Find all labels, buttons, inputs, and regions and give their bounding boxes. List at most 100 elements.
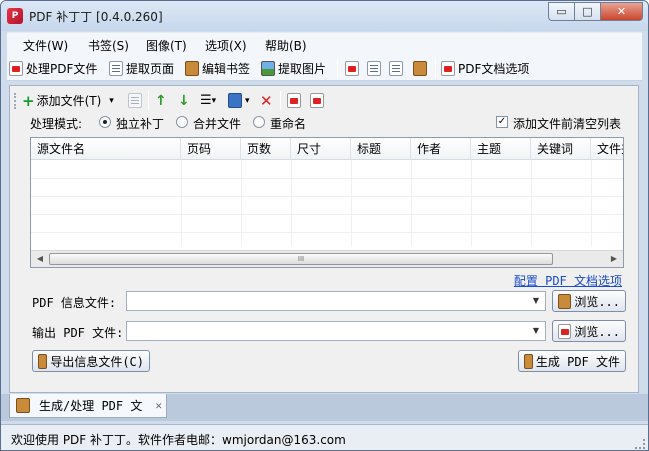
tab-doc-icon — [16, 398, 30, 413]
output-file-browse-button[interactable]: 浏览... — [552, 320, 626, 342]
pdf-tool-a-button[interactable] — [287, 92, 304, 109]
toolbar-grip — [14, 93, 17, 109]
arrow-up-icon: ↑ — [155, 92, 167, 109]
export-info-file-button[interactable]: 导出信息文件(C) — [32, 350, 150, 372]
tools-button[interactable] — [413, 59, 430, 77]
app-window: P PDF 补丁丁 [0.4.0.260] ▭ □ ✕ 文件(W) 书签(S) … — [0, 0, 649, 451]
add-files-label: 添加文件(T) — [36, 94, 102, 108]
menu-help[interactable]: 帮助(B) — [265, 37, 307, 54]
edit-bookmarks-button[interactable]: 编辑书签 — [185, 59, 250, 77]
mode-standalone-radio[interactable] — [99, 116, 111, 128]
plus-icon: + — [22, 91, 35, 110]
column-divider — [241, 160, 242, 246]
export-icon — [367, 60, 381, 76]
sort-button[interactable]: ☰ ▾ — [200, 92, 216, 109]
horizontal-scrollbar[interactable]: ◀ III ▶ — [31, 250, 623, 267]
close-tab-icon[interactable]: ✕ — [155, 399, 162, 412]
remove-file-button[interactable] — [128, 92, 145, 109]
mode-rename-radio[interactable] — [253, 116, 265, 128]
column-folder[interactable]: 文件夹 — [591, 138, 623, 160]
process-pdf-button[interactable]: 处理PDF文件 — [9, 59, 97, 77]
column-source-filename[interactable]: 源文件名 — [31, 138, 181, 160]
delete-button[interactable]: ✕ — [260, 92, 273, 110]
column-divider — [531, 160, 532, 246]
extract-images-label: 提取图片 — [278, 61, 327, 76]
maximize-button[interactable]: □ — [574, 2, 601, 21]
output-file-label: 输出 PDF 文件: — [32, 326, 124, 340]
menu-image[interactable]: 图像(T) — [146, 37, 187, 54]
extract-images-button[interactable]: 提取图片 — [261, 59, 326, 77]
info-browse-label: 浏览... — [574, 294, 620, 309]
edit-bookmarks-label: 编辑书签 — [202, 61, 251, 76]
output-file-combo[interactable]: ▼ — [126, 321, 546, 341]
column-subject[interactable]: 主题 — [471, 138, 531, 160]
scroll-left-icon[interactable]: ◀ — [33, 253, 47, 265]
title-bar: P PDF 补丁丁 [0.4.0.260] ▭ □ ✕ — [1, 1, 648, 31]
pdf-file-icon — [558, 323, 572, 339]
table-row — [31, 196, 623, 197]
menu-options[interactable]: 选项(X) — [205, 37, 247, 54]
bookmark-icon — [185, 60, 199, 76]
menu-bar: 文件(W) 书签(S) 图像(T) 选项(X) 帮助(B) — [7, 32, 642, 56]
move-down-button[interactable]: ↓ — [178, 92, 190, 109]
table-header: 源文件名 页码 页数 尺寸 标题 作者 主题 关键词 文件夹 — [31, 138, 623, 160]
window-title: PDF 补丁丁 [0.4.0.260] — [29, 10, 163, 24]
arrow-down-icon: ↓ — [178, 92, 190, 109]
generate-pdf-button[interactable]: 生成 PDF 文件 — [518, 350, 626, 372]
file-list-toolbar: + 添加文件(T) ▾ ↑ ↓ ☰ ▾ ▾ ✕ — [12, 88, 632, 112]
scroll-thumb[interactable]: III — [49, 253, 553, 265]
window-icon — [228, 93, 242, 108]
main-toolbar: 处理PDF文件 提取页面 编辑书签 提取图片 PDF文档选项 — [7, 56, 642, 81]
pdf-options-icon — [441, 60, 455, 76]
generate-icon — [524, 353, 533, 369]
info-file-combo[interactable]: ▼ — [126, 291, 546, 311]
info-file-browse-button[interactable]: 浏览... — [552, 290, 626, 312]
column-title[interactable]: 标题 — [351, 138, 411, 160]
export-info-icon — [38, 353, 48, 369]
column-divider — [181, 160, 182, 246]
tools-icon — [413, 60, 427, 76]
mode-label: 处理模式: — [30, 117, 83, 131]
menu-file[interactable]: 文件(W) — [23, 37, 68, 54]
file-table[interactable]: 源文件名 页码 页数 尺寸 标题 作者 主题 关键词 文件夹 — [30, 137, 624, 268]
export-info-label: 导出信息文件(C) — [50, 354, 144, 369]
column-size[interactable]: 尺寸 — [291, 138, 351, 160]
list-sort-icon: ☰ — [200, 93, 212, 108]
extract-pages-button[interactable]: 提取页面 — [109, 59, 174, 77]
chevron-down-icon[interactable]: ▼ — [529, 322, 543, 340]
column-page-count[interactable]: 页数 — [241, 138, 291, 160]
mode-standalone-label: 独立补丁 — [116, 117, 165, 131]
status-bar: 欢迎使用 PDF 补丁丁。软件作者电邮：wmjordan@163.com — [1, 424, 648, 450]
scroll-right-icon[interactable]: ▶ — [607, 253, 621, 265]
column-divider — [411, 160, 412, 246]
add-files-button[interactable]: + 添加文件(T) ▾ — [22, 91, 114, 110]
info-tool-button[interactable] — [389, 59, 406, 77]
ocr-tool-button[interactable] — [345, 59, 362, 77]
status-text: 欢迎使用 PDF 补丁丁。软件作者电邮：wmjordan@163.com — [11, 433, 346, 447]
pdf-doc-options-button[interactable]: PDF文档选项 — [441, 59, 529, 77]
tab-generate-process-pdf[interactable]: 生成/处理 PDF 文 ✕ — [9, 394, 167, 418]
pdf-tool-b-button[interactable] — [310, 92, 327, 109]
info-file-label: PDF 信息文件: — [32, 296, 117, 310]
toolbar-separator — [280, 91, 281, 110]
menu-bookmarks[interactable]: 书签(S) — [88, 37, 129, 54]
select-button[interactable]: ▾ — [228, 92, 250, 109]
folder-icon — [558, 293, 572, 309]
blank-doc-icon — [128, 93, 142, 108]
minimize-button[interactable]: ▭ — [548, 2, 575, 21]
chevron-down-icon[interactable]: ▼ — [529, 292, 543, 310]
table-row — [31, 178, 623, 179]
close-button[interactable]: ✕ — [600, 2, 643, 21]
output-browse-label: 浏览... — [574, 324, 620, 339]
export-tool-button[interactable] — [367, 59, 384, 77]
column-divider — [471, 160, 472, 246]
resize-grip-icon[interactable] — [635, 439, 645, 449]
configure-pdf-options-link[interactable]: 配置 PDF 文档选项 — [514, 272, 622, 289]
mode-merge-radio[interactable] — [176, 116, 188, 128]
tab-label: 生成/处理 PDF 文 — [39, 399, 143, 413]
clear-list-checkbox[interactable]: ✓ — [496, 116, 508, 128]
column-author[interactable]: 作者 — [411, 138, 471, 160]
column-page-range[interactable]: 页码 — [181, 138, 241, 160]
column-keywords[interactable]: 关键词 — [531, 138, 591, 160]
move-up-button[interactable]: ↑ — [155, 92, 167, 109]
